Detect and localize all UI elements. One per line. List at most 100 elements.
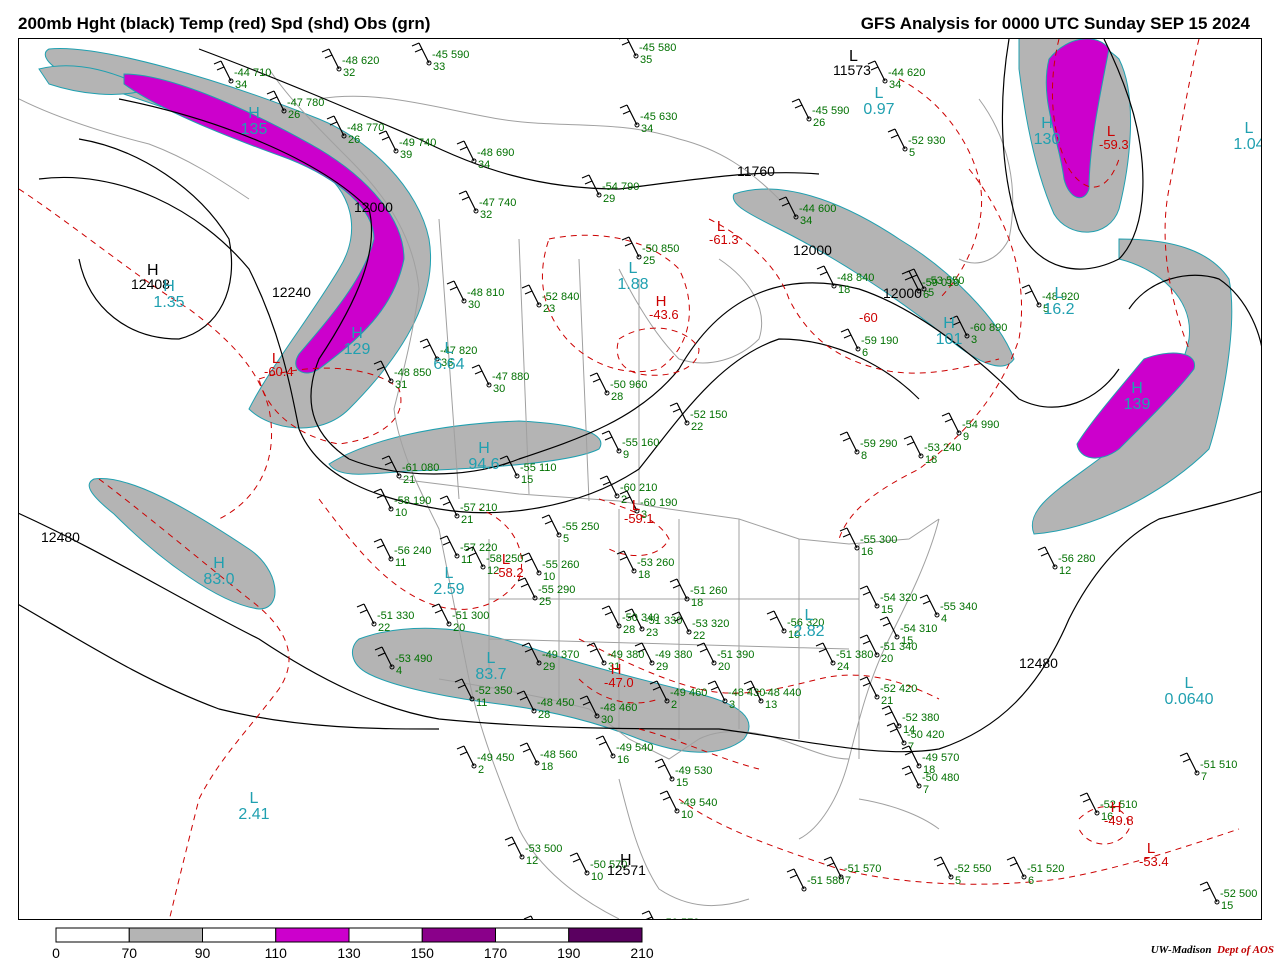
wind-barb [439,495,458,517]
speed-center-value: 0.97 [863,101,894,118]
obs-dewpoint-depression: 7 [1201,771,1207,783]
colorbar-segment [568,927,643,943]
obs-temperature: -47 [287,97,303,109]
speed-center-value: 0.0640 [1165,691,1214,708]
obs-temperature: -52 [880,683,896,695]
obs-dewpoint-depression: 20 [881,653,893,665]
obs-dewpoint-depression: 30 [601,714,613,726]
obs-height: 110 [539,462,557,474]
obs-height: 330 [664,615,682,627]
station-plot: -4958014 [523,915,534,919]
obs-dewpoint-depression: 4 [941,613,947,625]
obs-temperature: -45 [432,49,448,61]
obs-height: 620 [907,67,925,79]
obs-temperature: -53 [692,618,708,630]
wind-barb [1199,881,1218,903]
colorbar-tick-label: 170 [483,945,508,961]
obs-temperature: -51 [844,863,860,875]
obs-height: 570 [863,863,881,875]
wind-barb [601,605,620,627]
obs-temperature: -51 [807,875,823,887]
obs-dewpoint-depression: 23 [646,627,658,639]
obs-dewpoint-depression: 5 [563,533,569,545]
obs-temperature: -56 [394,545,410,557]
obs-dewpoint-depression: 11 [395,557,406,569]
obs-height: 890 [989,322,1007,334]
colorbar-segment [495,927,570,943]
obs-temperature: -48 [342,55,358,67]
obs-height: 300 [471,610,489,622]
wind-barb [356,603,375,625]
obs-dewpoint-depression: 29 [656,661,668,673]
obs-height: 420 [926,729,944,741]
obs-dewpoint-depression: 32 [343,67,355,79]
obs-height: 460 [689,687,707,699]
speed-center-value: 2.41 [238,806,269,823]
obs-temperature: -51 [690,585,706,597]
obs-height: 480 [941,772,959,784]
obs-height: 590 [831,105,849,117]
obs-height: 340 [899,641,917,653]
obs-dewpoint-depression: 30 [468,299,480,311]
obs-height: 150 [709,409,727,421]
wind-barb [786,868,805,890]
obs-dewpoint-depression: 4 [396,665,402,677]
wind-barb [919,594,938,616]
speed-center-letter: L [629,260,638,277]
map-canvas: -44 71034-48 62032-45 59033-45 58035-47 78026… [19,39,1261,920]
obs-height: 850 [661,243,679,255]
obs-height: 630 [659,111,677,123]
speed-center-value: 83.0 [203,571,234,588]
obs-dewpoint-depression: 5 [909,147,915,159]
temp-extrema-value: -58.2 [494,565,524,580]
obs-height: 740 [418,137,436,149]
obs-height: 560 [559,749,577,761]
obs-dewpoint-depression: 15 [881,604,893,616]
wind-barb [619,104,638,126]
low-center-letter: L [849,48,858,65]
obs-dewpoint-depression: 33 [433,61,445,73]
wind-barb [696,642,715,664]
obs-dewpoint-depression: 26 [348,134,360,146]
east-coast [798,518,940,840]
temp-extrema-value: -43.6 [649,307,679,322]
obs-temperature: -55 [860,534,876,546]
speed-center-value: 130 [1034,131,1061,148]
wind-barb [471,364,490,386]
obs-height: 190 [659,497,677,509]
speed-center-letter: H [1041,115,1053,132]
obs-height: 570 [681,917,699,920]
wind-barb [504,836,523,858]
obs-height: 490 [414,653,432,665]
station-plot: -54 790 29 [581,174,639,205]
obs-height: 960 [629,379,647,391]
station-plot: -53 320 22 [671,611,729,642]
station-plot: -52 550 5 [933,856,991,887]
obs-dewpoint-depression: 10 [681,809,693,821]
jet-grey-pacific-nw [44,48,431,429]
wind-barb [595,735,614,757]
obs-height: 810 [486,287,504,299]
obs-height: 260 [561,559,579,571]
speed-center-letter: H [478,440,490,457]
obs-height: 540 [635,742,653,754]
station-plot: -47 880 30 [471,364,529,395]
speed-center-value: 139 [1124,396,1151,413]
obs-height: 510 [1219,759,1237,771]
wind-barb [654,758,673,780]
station-plot: -52 500 15 [1199,881,1257,912]
speed-center-value: 83.7 [475,666,506,683]
pacific-coastline [268,68,620,919]
obs-height: 240 [943,442,961,454]
station-plot: -49 540 10 [659,790,717,821]
speed-center-letter: H [248,105,260,122]
obs-dewpoint-depression: 18 [925,454,937,466]
obs-height: 240 [413,545,431,557]
speed-center-letter: L [805,607,814,624]
speed-center-letter: L [875,85,884,102]
wind-barb [586,642,605,664]
obs-dewpoint-depression: 34 [641,123,653,135]
obs-height: 190 [413,495,431,507]
obs-height: 320 [899,592,917,604]
station-plot: -52 840 23 [521,284,579,315]
